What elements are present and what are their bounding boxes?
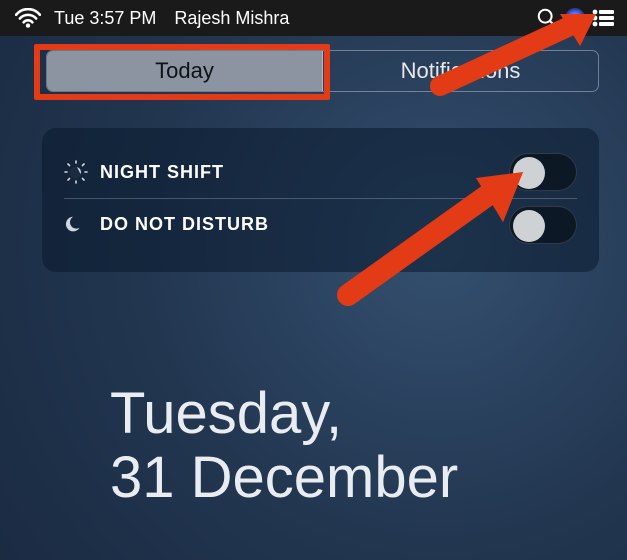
menu-bar: Tue 3:57 PM Rajesh Mishra bbox=[0, 0, 627, 36]
menubar-datetime[interactable]: Tue 3:57 PM bbox=[54, 8, 156, 29]
do-not-disturb-label: DO NOT DISTURB bbox=[100, 214, 509, 235]
notification-center-icon[interactable] bbox=[589, 0, 617, 36]
menubar-user[interactable]: Rajesh Mishra bbox=[174, 8, 289, 29]
tab-today[interactable]: Today bbox=[47, 51, 323, 91]
today-date: Tuesday, 31 December bbox=[110, 382, 458, 510]
quick-settings-card: NIGHT SHIFT DO NOT DISTURB bbox=[42, 128, 599, 272]
tab-notifications[interactable]: Notifications bbox=[323, 51, 598, 91]
do-not-disturb-row: DO NOT DISTURB bbox=[64, 198, 577, 250]
do-not-disturb-toggle[interactable] bbox=[509, 206, 577, 244]
today-date-line1: Tuesday, bbox=[110, 382, 458, 446]
night-shift-row: NIGHT SHIFT bbox=[64, 146, 577, 198]
night-shift-icon bbox=[64, 160, 100, 184]
today-date-line2: 31 December bbox=[110, 446, 458, 510]
night-shift-label: NIGHT SHIFT bbox=[100, 162, 509, 183]
nc-tabs: Today Notifications bbox=[46, 50, 599, 92]
siri-icon[interactable] bbox=[561, 0, 589, 36]
wifi-icon[interactable] bbox=[14, 0, 42, 36]
search-icon[interactable] bbox=[533, 0, 561, 36]
moon-icon bbox=[64, 214, 100, 236]
night-shift-toggle[interactable] bbox=[509, 153, 577, 191]
